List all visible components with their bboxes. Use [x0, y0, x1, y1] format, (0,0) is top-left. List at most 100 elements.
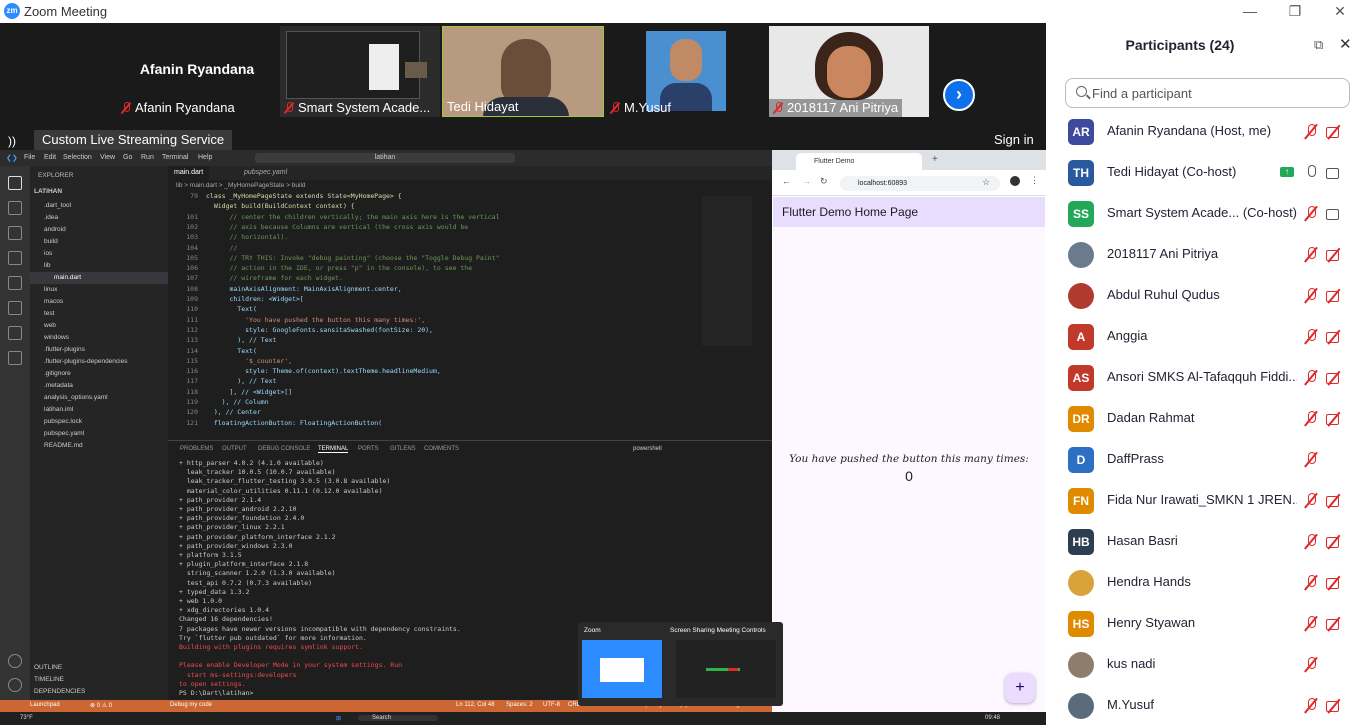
code-line[interactable]: ], // <Widget>[]	[206, 388, 292, 396]
dependencies-section[interactable]: DEPENDENCIES	[34, 686, 172, 698]
menu-file[interactable]: File	[24, 154, 35, 161]
status-launchpad[interactable]: Launchpad	[30, 702, 60, 708]
participant-row[interactable]: DR Dadan Rahmat	[1046, 398, 1353, 439]
participant-row[interactable]: Hendra Hands	[1046, 562, 1353, 603]
file-tree-item[interactable]: build	[30, 236, 168, 248]
mic-muted-icon[interactable]	[1304, 575, 1318, 591]
status-problems[interactable]: ⊗ 0 ⚠ 0	[90, 702, 112, 709]
command-search[interactable]: latihan	[255, 153, 515, 163]
tab-pubspec[interactable]: pubspec.yaml	[238, 166, 293, 180]
live-streaming-label[interactable]: Custom Live Streaming Service	[34, 130, 233, 150]
remote-icon[interactable]	[8, 301, 22, 315]
address-bar[interactable]: localhost:60893	[840, 176, 1000, 191]
project-folder[interactable]: LATIHAN	[34, 186, 172, 198]
participant-row[interactable]: AS Ansori SMKS Al-Tafaqquh Fiddi...	[1046, 357, 1353, 398]
video-off-icon[interactable]	[1326, 290, 1342, 302]
code-line[interactable]: floatingActionButton: FloatingActionButt…	[206, 419, 382, 427]
code-line[interactable]: ), // Text	[206, 336, 276, 344]
file-tree-item[interactable]: .dart_tool	[30, 200, 168, 212]
participant-row[interactable]: AR Afanin Ryandana (Host, me)	[1046, 111, 1353, 152]
status-mode[interactable]: Debug my code	[170, 702, 212, 708]
preview-controls-title[interactable]: Screen Sharing Meeting Controls	[670, 627, 766, 634]
explorer-icon[interactable]	[8, 176, 22, 190]
code-line[interactable]: Widget build(BuildContext context) {	[206, 202, 355, 210]
code-line[interactable]: // action in the IDE, or press "p" in th…	[206, 264, 472, 272]
file-tree-item[interactable]: .gitignore	[30, 368, 168, 380]
code-line[interactable]: // axis because Columns are vertical (th…	[206, 223, 468, 231]
menu-edit[interactable]: Edit	[44, 154, 56, 161]
menu-terminal[interactable]: Terminal	[162, 154, 188, 161]
mic-muted-icon[interactable]	[1304, 247, 1318, 263]
settings-gear-icon[interactable]	[8, 678, 22, 692]
video-icon[interactable]	[1326, 208, 1342, 220]
chrome-tab[interactable]: Flutter Demo	[796, 153, 922, 170]
panel-tab[interactable]: COMMENTS	[424, 446, 459, 452]
mic-muted-icon[interactable]	[1304, 534, 1318, 550]
participant-row[interactable]: HS Henry Styawan	[1046, 603, 1353, 644]
video-tile[interactable]: 2018117 Ani Pitriya	[769, 26, 929, 117]
code-line[interactable]: style: Theme.of(context).textTheme.headl…	[206, 367, 441, 375]
file-tree-item[interactable]: .metadata	[30, 380, 168, 392]
participant-row[interactable]: M.Yusuf	[1046, 685, 1353, 725]
video-off-icon[interactable]	[1326, 495, 1342, 507]
account-icon[interactable]	[8, 654, 22, 668]
mic-muted-icon[interactable]	[1304, 411, 1318, 427]
video-off-icon[interactable]	[1326, 249, 1342, 261]
participant-row[interactable]: 2018117 Ani Pitriya	[1046, 234, 1353, 275]
code-line[interactable]: children: <Widget>[	[206, 295, 303, 303]
participant-row[interactable]: Abdul Ruhul Qudus	[1046, 275, 1353, 316]
mic-muted-icon[interactable]	[1304, 329, 1318, 345]
file-tree-item[interactable]: README.md	[30, 440, 168, 452]
panel-tab[interactable]: PORTS	[358, 446, 379, 452]
file-tree-item[interactable]: web	[30, 320, 168, 332]
preview-zoom-title[interactable]: Zoom	[584, 627, 601, 634]
outline-section[interactable]: OUTLINE	[34, 662, 172, 674]
panel-tab[interactable]: GITLENS	[390, 446, 416, 452]
menu-go[interactable]: Go	[123, 154, 132, 161]
timeline-section[interactable]: TIMELINE	[34, 674, 172, 686]
participant-row[interactable]: A Anggia	[1046, 316, 1353, 357]
new-tab-icon[interactable]: +	[932, 154, 938, 165]
video-off-icon[interactable]	[1326, 413, 1342, 425]
video-off-icon[interactable]	[1326, 536, 1342, 548]
next-page-button[interactable]: ›	[943, 79, 975, 111]
profile-icon[interactable]	[1010, 176, 1020, 186]
participant-row[interactable]: D DaffPrass	[1046, 439, 1353, 480]
participant-row[interactable]: FN Fida Nur Irawati_SMKN 1 JREN...	[1046, 480, 1353, 521]
mic-muted-icon[interactable]	[1304, 288, 1318, 304]
file-tree-item[interactable]: linux	[30, 284, 168, 296]
sign-in-link[interactable]: Sign in	[994, 132, 1034, 147]
menu-help[interactable]: Help	[198, 154, 212, 161]
weather-temp[interactable]: 73°F	[20, 715, 33, 721]
tab-main-dart[interactable]: main.dart	[168, 166, 210, 180]
close-icon[interactable]: ✕	[1331, 2, 1349, 20]
mic-icon[interactable]	[1304, 165, 1318, 181]
video-off-icon[interactable]	[1326, 331, 1342, 343]
search-icon[interactable]	[8, 201, 22, 215]
code-line[interactable]: class _MyHomePageState extends State<MyH…	[206, 192, 402, 200]
code-line[interactable]: // center the children vertically; the m…	[206, 213, 499, 221]
mic-muted-icon[interactable]	[1304, 493, 1318, 509]
status-encoding[interactable]: UTF-8	[543, 702, 560, 708]
video-tile[interactable]: Afanin Ryandana Afanin Ryandana	[117, 26, 277, 117]
file-tree-item[interactable]: latihan.iml	[30, 404, 168, 416]
file-tree-item[interactable]: macos	[30, 296, 168, 308]
video-off-icon[interactable]	[1326, 577, 1342, 589]
participant-row[interactable]: SS Smart System Acade... (Co-host)	[1046, 193, 1353, 234]
extensions-icon[interactable]	[8, 276, 22, 290]
controls-preview[interactable]	[676, 640, 776, 698]
panel-tab[interactable]: TERMINAL	[318, 446, 349, 453]
close-panel-icon[interactable]: ✕	[1339, 35, 1352, 53]
participant-search-input[interactable]	[1092, 83, 1342, 103]
video-off-icon[interactable]	[1326, 372, 1342, 384]
participant-row[interactable]: kus nadi	[1046, 644, 1353, 685]
file-tree-item[interactable]: android	[30, 224, 168, 236]
code-editor[interactable]: main.dart pubspec.yaml lib > main.dart >…	[168, 166, 772, 446]
increment-fab[interactable]: +	[1005, 673, 1035, 703]
file-tree-item[interactable]: analysis_options.yaml	[30, 392, 168, 404]
code-line[interactable]: style: GoogleFonts.sansitaSwashed(fontSi…	[206, 326, 433, 334]
file-tree-item[interactable]: pubspec.lock	[30, 416, 168, 428]
code-line[interactable]: 'You have pushed the button this many ti…	[206, 316, 425, 324]
code-line[interactable]: '$_counter',	[206, 357, 292, 365]
file-tree-item[interactable]: .flutter-plugins	[30, 344, 168, 356]
